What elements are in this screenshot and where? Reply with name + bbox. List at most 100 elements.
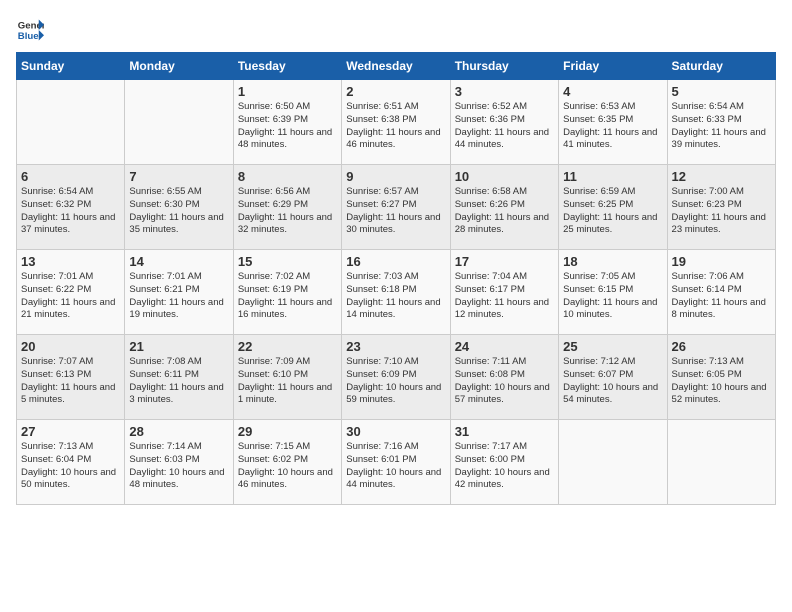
day-number: 16 <box>346 254 445 269</box>
day-info: Sunrise: 7:14 AM Sunset: 6:03 PM Dayligh… <box>129 441 228 492</box>
calendar-cell: 27 Sunrise: 7:13 AM Sunset: 6:04 PM Dayli… <box>17 420 125 505</box>
day-number: 30 <box>346 424 445 439</box>
day-number: 21 <box>129 339 228 354</box>
calendar-cell: 19 Sunrise: 7:06 AM Sunset: 6:14 PM Dayli… <box>667 250 775 335</box>
day-number: 6 <box>21 169 120 184</box>
calendar-cell: 25Sunrise: 7:12 AM Sunset: 6:07 PM Dayli… <box>559 335 667 420</box>
day-number: 11 <box>563 169 662 184</box>
day-header-monday: Monday <box>125 53 233 80</box>
calendar-cell: 10 Sunrise: 6:58 AM Sunset: 6:26 PM Dayli… <box>450 165 558 250</box>
calendar-week-5: 27 Sunrise: 7:13 AM Sunset: 6:04 PM Dayli… <box>17 420 776 505</box>
day-info: Sunrise: 6:52 AM Sunset: 6:36 PM Dayligh… <box>455 101 554 152</box>
day-number: 3 <box>455 84 554 99</box>
day-info: Sunrise: 7:15 AM Sunset: 6:02 PM Dayligh… <box>238 441 337 492</box>
day-number: 1 <box>238 84 337 99</box>
calendar-cell: 2 Sunrise: 6:51 AM Sunset: 6:38 PM Daylig… <box>342 80 450 165</box>
day-info: Sunrise: 7:11 AM Sunset: 6:08 PM Dayligh… <box>455 356 554 407</box>
day-info: Sunrise: 6:59 AM Sunset: 6:25 PM Dayligh… <box>563 186 662 237</box>
day-info: Sunrise: 7:01 AM Sunset: 6:21 PM Dayligh… <box>129 271 228 322</box>
day-info: Sunrise: 7:10 AM Sunset: 6:09 PM Dayligh… <box>346 356 445 407</box>
calendar-week-1: 1 Sunrise: 6:50 AM Sunset: 6:39 PM Daylig… <box>17 80 776 165</box>
day-info: Sunrise: 7:03 AM Sunset: 6:18 PM Dayligh… <box>346 271 445 322</box>
calendar-cell: 26Sunrise: 7:13 AM Sunset: 6:05 PM Dayli… <box>667 335 775 420</box>
day-number: 28 <box>129 424 228 439</box>
day-header-sunday: Sunday <box>17 53 125 80</box>
day-number: 7 <box>129 169 228 184</box>
day-number: 24 <box>455 339 554 354</box>
day-info: Sunrise: 6:57 AM Sunset: 6:27 PM Dayligh… <box>346 186 445 237</box>
day-info: Sunrise: 6:51 AM Sunset: 6:38 PM Dayligh… <box>346 101 445 152</box>
calendar-cell: 1 Sunrise: 6:50 AM Sunset: 6:39 PM Daylig… <box>233 80 341 165</box>
calendar-table: SundayMondayTuesdayWednesdayThursdayFrid… <box>16 52 776 505</box>
day-info: Sunrise: 7:04 AM Sunset: 6:17 PM Dayligh… <box>455 271 554 322</box>
calendar-cell <box>17 80 125 165</box>
day-number: 19 <box>672 254 771 269</box>
logo: General Blue <box>16 16 48 44</box>
calendar-cell: 7 Sunrise: 6:55 AM Sunset: 6:30 PM Daylig… <box>125 165 233 250</box>
calendar-cell: 20 Sunrise: 7:07 AM Sunset: 6:13 PM Dayli… <box>17 335 125 420</box>
day-info: Sunrise: 7:08 AM Sunset: 6:11 PM Dayligh… <box>129 356 228 407</box>
calendar-cell: 13 Sunrise: 7:01 AM Sunset: 6:22 PM Dayli… <box>17 250 125 335</box>
calendar-cell: 15Sunrise: 7:02 AM Sunset: 6:19 PM Dayli… <box>233 250 341 335</box>
day-number: 13 <box>21 254 120 269</box>
day-header-wednesday: Wednesday <box>342 53 450 80</box>
day-info: Sunrise: 6:55 AM Sunset: 6:30 PM Dayligh… <box>129 186 228 237</box>
day-info: Sunrise: 6:54 AM Sunset: 6:33 PM Dayligh… <box>672 101 771 152</box>
day-info: Sunrise: 6:58 AM Sunset: 6:26 PM Dayligh… <box>455 186 554 237</box>
calendar-week-2: 6 Sunrise: 6:54 AM Sunset: 6:32 PM Daylig… <box>17 165 776 250</box>
calendar-week-4: 20 Sunrise: 7:07 AM Sunset: 6:13 PM Dayli… <box>17 335 776 420</box>
day-number: 5 <box>672 84 771 99</box>
day-info: Sunrise: 6:50 AM Sunset: 6:39 PM Dayligh… <box>238 101 337 152</box>
day-info: Sunrise: 6:56 AM Sunset: 6:29 PM Dayligh… <box>238 186 337 237</box>
calendar-cell: 30 Sunrise: 7:16 AM Sunset: 6:01 PM Dayli… <box>342 420 450 505</box>
day-number: 9 <box>346 169 445 184</box>
day-info: Sunrise: 7:16 AM Sunset: 6:01 PM Dayligh… <box>346 441 445 492</box>
day-number: 10 <box>455 169 554 184</box>
day-header-friday: Friday <box>559 53 667 80</box>
calendar-week-3: 13 Sunrise: 7:01 AM Sunset: 6:22 PM Dayli… <box>17 250 776 335</box>
calendar-cell <box>667 420 775 505</box>
calendar-header-row: SundayMondayTuesdayWednesdayThursdayFrid… <box>17 53 776 80</box>
calendar-cell: 23 Sunrise: 7:10 AM Sunset: 6:09 PM Dayli… <box>342 335 450 420</box>
day-info: Sunrise: 6:53 AM Sunset: 6:35 PM Dayligh… <box>563 101 662 152</box>
day-number: 31 <box>455 424 554 439</box>
day-info: Sunrise: 7:06 AM Sunset: 6:14 PM Dayligh… <box>672 271 771 322</box>
calendar-cell: 29 Sunrise: 7:15 AM Sunset: 6:02 PM Dayli… <box>233 420 341 505</box>
day-number: 12 <box>672 169 771 184</box>
day-number: 17 <box>455 254 554 269</box>
calendar-cell: 9 Sunrise: 6:57 AM Sunset: 6:27 PM Daylig… <box>342 165 450 250</box>
calendar-cell: 6 Sunrise: 6:54 AM Sunset: 6:32 PM Daylig… <box>17 165 125 250</box>
calendar-cell: 11 Sunrise: 6:59 AM Sunset: 6:25 PM Dayli… <box>559 165 667 250</box>
day-info: Sunrise: 7:01 AM Sunset: 6:22 PM Dayligh… <box>21 271 120 322</box>
day-info: Sunrise: 6:54 AM Sunset: 6:32 PM Dayligh… <box>21 186 120 237</box>
calendar-cell: 28 Sunrise: 7:14 AM Sunset: 6:03 PM Dayli… <box>125 420 233 505</box>
day-info: Sunrise: 7:13 AM Sunset: 6:04 PM Dayligh… <box>21 441 120 492</box>
logo-icon: General Blue <box>16 16 44 44</box>
calendar-cell: 18 Sunrise: 7:05 AM Sunset: 6:15 PM Dayli… <box>559 250 667 335</box>
day-number: 14 <box>129 254 228 269</box>
day-number: 2 <box>346 84 445 99</box>
day-info: Sunrise: 7:13 AM Sunset: 6:05 PM Dayligh… <box>672 356 771 407</box>
calendar-cell: 3 Sunrise: 6:52 AM Sunset: 6:36 PM Daylig… <box>450 80 558 165</box>
day-number: 23 <box>346 339 445 354</box>
calendar-cell: 5 Sunrise: 6:54 AM Sunset: 6:33 PM Daylig… <box>667 80 775 165</box>
day-number: 20 <box>21 339 120 354</box>
day-info: Sunrise: 7:05 AM Sunset: 6:15 PM Dayligh… <box>563 271 662 322</box>
day-header-tuesday: Tuesday <box>233 53 341 80</box>
day-info: Sunrise: 7:07 AM Sunset: 6:13 PM Dayligh… <box>21 356 120 407</box>
calendar-cell <box>559 420 667 505</box>
day-number: 4 <box>563 84 662 99</box>
calendar-cell: 8Sunrise: 6:56 AM Sunset: 6:29 PM Daylig… <box>233 165 341 250</box>
day-info: Sunrise: 7:09 AM Sunset: 6:10 PM Dayligh… <box>238 356 337 407</box>
day-number: 29 <box>238 424 337 439</box>
day-number: 18 <box>563 254 662 269</box>
day-info: Sunrise: 7:17 AM Sunset: 6:00 PM Dayligh… <box>455 441 554 492</box>
day-number: 22 <box>238 339 337 354</box>
calendar-cell: 31 Sunrise: 7:17 AM Sunset: 6:00 PM Dayli… <box>450 420 558 505</box>
day-header-saturday: Saturday <box>667 53 775 80</box>
day-number: 27 <box>21 424 120 439</box>
day-number: 15 <box>238 254 337 269</box>
page-header: General Blue <box>16 16 776 44</box>
svg-text:Blue: Blue <box>18 31 39 42</box>
calendar-cell: 22 Sunrise: 7:09 AM Sunset: 6:10 PM Dayli… <box>233 335 341 420</box>
